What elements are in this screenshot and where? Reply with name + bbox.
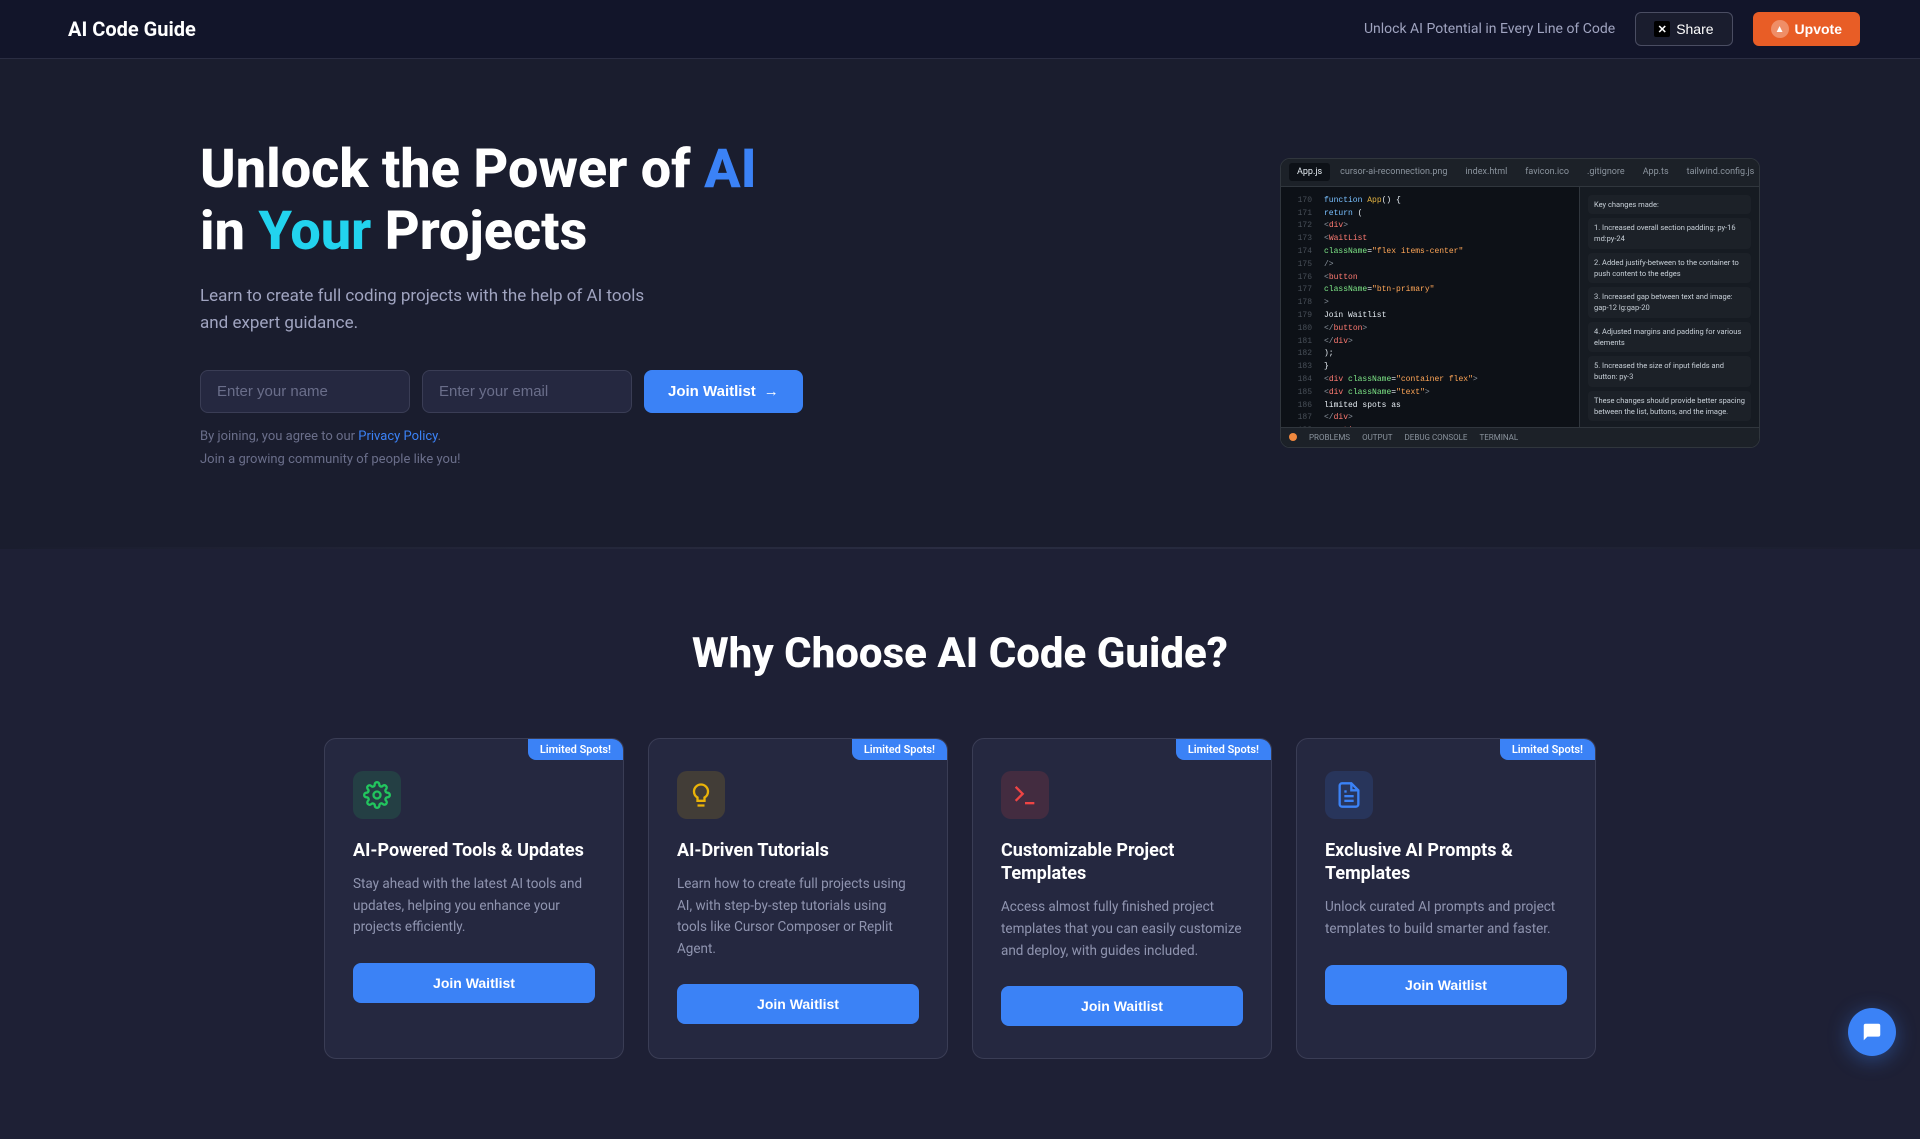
hero-subtitle: Learn to create full coding projects wit…: [200, 283, 660, 337]
share-button[interactable]: ✕ Share: [1635, 12, 1732, 46]
upvote-label: Upvote: [1795, 21, 1842, 37]
code-tab-appjs: App.js: [1289, 163, 1330, 181]
why-title: Why Choose AI Code Guide?: [140, 629, 1780, 678]
chat-message-4: 3. Increased gap between text and image:…: [1588, 287, 1751, 318]
card-prompts: Limited Spots! Exclusive AI Prompts & Te…: [1296, 738, 1596, 1060]
why-section: Why Choose AI Code Guide? Limited Spots!…: [0, 549, 1920, 1139]
hero-title-ai: AI: [704, 138, 757, 201]
card-title-4: Exclusive AI Prompts & Templates: [1325, 839, 1567, 886]
status-output: OUTPUT: [1362, 433, 1392, 442]
privacy-prefix: By joining, you agree to our: [200, 429, 358, 444]
card-desc-4: Unlock curated AI prompts and project te…: [1325, 897, 1567, 940]
email-input[interactable]: [422, 370, 632, 413]
hero-screenshot: App.js cursor-ai-reconnection.png index.…: [1280, 158, 1780, 448]
card-icon-terminal: [1001, 771, 1049, 819]
status-debug: DEBUG CONSOLE: [1405, 433, 1468, 442]
arrow-icon: →: [764, 383, 779, 400]
card-title-1: AI-Powered Tools & Updates: [353, 839, 595, 862]
card-icon-bulb: [677, 771, 725, 819]
card-badge-3: Limited Spots!: [1176, 739, 1271, 760]
code-tab-gitignore: .gitignore: [1579, 163, 1633, 181]
chat-message-1: Key changes made:: [1588, 195, 1751, 214]
status-terminal: TERMINAL: [1479, 433, 1518, 442]
chat-message-3: 2. Added justify-between to the containe…: [1588, 253, 1751, 284]
card-join-button-4[interactable]: Join Waitlist: [1325, 965, 1567, 1005]
share-label: Share: [1676, 21, 1713, 37]
chat-message-6: 5. Increased the size of input fields an…: [1588, 356, 1751, 387]
code-tab-tailwind: tailwind.config.js: [1679, 163, 1759, 181]
code-chat-panel: Key changes made: 1. Increased overall s…: [1579, 187, 1759, 447]
code-tab-appts: App.ts: [1635, 163, 1677, 181]
card-badge-1: Limited Spots!: [528, 739, 623, 760]
card-title-2: AI-Driven Tutorials: [677, 839, 919, 862]
hero-content: Unlock the Power of AI in Your Projects …: [200, 139, 803, 467]
navbar-tagline: Unlock AI Potential in Every Line of Cod…: [1364, 21, 1615, 37]
navbar: AI Code Guide Unlock AI Potential in Eve…: [0, 0, 1920, 59]
card-join-button-2[interactable]: Join Waitlist: [677, 984, 919, 1024]
card-templates: Limited Spots! Customizable Project Temp…: [972, 738, 1272, 1060]
hero-title: Unlock the Power of AI in Your Projects: [200, 139, 803, 263]
chat-message-7: These changes should provide better spac…: [1588, 391, 1751, 422]
chat-message-2: 1. Increased overall section padding: py…: [1588, 218, 1751, 249]
card-badge-2: Limited Spots!: [852, 739, 947, 760]
join-label: Join Waitlist: [668, 383, 756, 400]
chat-icon: [1861, 1021, 1883, 1043]
chat-message-5: 4. Adjusted margins and padding for vari…: [1588, 322, 1751, 353]
upvote-button[interactable]: ▲ Upvote: [1753, 12, 1860, 46]
hero-title-your: Your: [258, 200, 371, 263]
chat-bubble-button[interactable]: [1848, 1008, 1896, 1056]
card-join-button-1[interactable]: Join Waitlist: [353, 963, 595, 1003]
hero-title-part1: Unlock the Power of: [200, 138, 704, 201]
cards-grid: Limited Spots! AI-Powered Tools & Update…: [140, 738, 1780, 1060]
logo-text: AI Code Guide: [68, 17, 196, 41]
code-tabs: App.js cursor-ai-reconnection.png index.…: [1281, 159, 1759, 187]
card-title-3: Customizable Project Templates: [1001, 839, 1243, 886]
card-desc-1: Stay ahead with the latest AI tools and …: [353, 874, 595, 939]
card-desc-2: Learn how to create full projects using …: [677, 874, 919, 960]
hero-community: Join a growing community of people like …: [200, 452, 803, 467]
card-ai-tools: Limited Spots! AI-Powered Tools & Update…: [324, 738, 624, 1060]
privacy-link[interactable]: Privacy Policy: [358, 429, 437, 444]
code-body: 1701711721731741751761771781791801811821…: [1281, 187, 1759, 447]
card-badge-4: Limited Spots!: [1500, 739, 1595, 760]
status-problems: PROBLEMS: [1309, 433, 1350, 442]
navbar-right: Unlock AI Potential in Every Line of Cod…: [1364, 12, 1860, 46]
code-content: function App() { return ( <div> <WaitLis…: [1316, 187, 1579, 447]
name-input[interactable]: [200, 370, 410, 413]
hero-title-part3: Projects: [371, 200, 587, 263]
card-desc-3: Access almost fully finished project tem…: [1001, 897, 1243, 962]
x-icon: ✕: [1654, 21, 1670, 37]
code-tab-cursor: cursor-ai-reconnection.png: [1332, 163, 1455, 181]
card-join-button-3[interactable]: Join Waitlist: [1001, 986, 1243, 1026]
logo[interactable]: AI Code Guide: [60, 17, 196, 41]
join-waitlist-button[interactable]: Join Waitlist →: [644, 370, 803, 413]
hero-form: Join Waitlist →: [200, 370, 803, 413]
hero-section: Unlock the Power of AI in Your Projects …: [0, 59, 1920, 547]
status-dot: [1289, 433, 1297, 441]
privacy-suffix: .: [438, 429, 441, 444]
card-ai-tutorials: Limited Spots! AI-Driven Tutorials Learn…: [648, 738, 948, 1060]
card-icon-gear: [353, 771, 401, 819]
code-tab-index: index.html: [1457, 163, 1515, 181]
hero-privacy: By joining, you agree to our Privacy Pol…: [200, 429, 803, 444]
upvote-icon: ▲: [1771, 20, 1789, 38]
card-icon-document: [1325, 771, 1373, 819]
code-line-numbers: 1701711721731741751761771781791801811821…: [1281, 187, 1316, 447]
hero-title-part2: in: [200, 200, 258, 263]
code-editor-screenshot: App.js cursor-ai-reconnection.png index.…: [1280, 158, 1760, 448]
code-tab-favicon: favicon.ico: [1517, 163, 1577, 181]
code-status-bar: PROBLEMS OUTPUT DEBUG CONSOLE TERMINAL: [1281, 427, 1759, 447]
